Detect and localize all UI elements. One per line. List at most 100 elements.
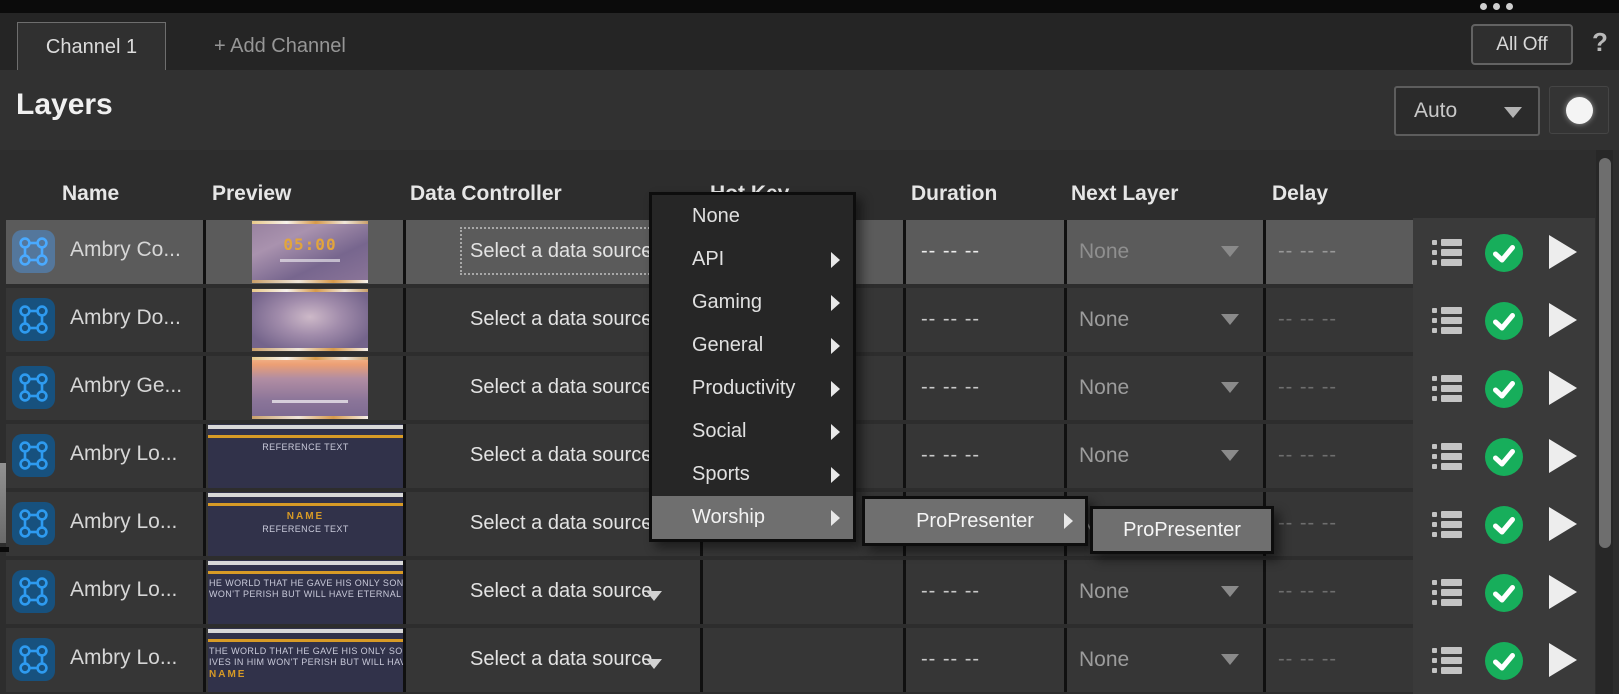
preview-slide-text: REFERENCE TEXT xyxy=(262,442,349,452)
next-layer-dropdown[interactable]: None xyxy=(1067,628,1263,692)
circle-icon xyxy=(1565,96,1593,124)
next-layer-dropdown[interactable]: None xyxy=(1067,356,1263,420)
play-icon[interactable] xyxy=(1549,575,1577,609)
preview-slide-text: IVES IN HIM WON'T PERISH BUT WILL HAVE E… xyxy=(209,657,403,667)
submenu-arrow-icon xyxy=(831,424,840,440)
layer-name-label: Ambry Lo... xyxy=(70,578,178,601)
playlist-icon[interactable] xyxy=(1432,579,1462,612)
all-off-button[interactable]: All Off xyxy=(1471,24,1573,65)
duration-value: -- -- -- xyxy=(921,240,981,262)
enabled-check-icon[interactable] xyxy=(1485,370,1523,413)
layer-icon xyxy=(12,638,55,681)
play-icon[interactable] xyxy=(1549,371,1577,405)
blackout-button[interactable] xyxy=(1549,86,1609,134)
next-layer-dropdown[interactable]: None xyxy=(1067,288,1263,352)
data-source-select[interactable]: Select a data source xyxy=(462,501,663,545)
preview-slide-body: HE WORLD THAT HE GAVE HIS ONLY SON, SO T… xyxy=(208,577,403,600)
delay-cell[interactable]: -- -- -- xyxy=(1266,356,1413,420)
scrollbar-thumb[interactable] xyxy=(1599,158,1611,548)
playlist-icon[interactable] xyxy=(1432,443,1462,476)
preview-slide-text: THE WORLD THAT HE GAVE HIS ONLY SON, SO … xyxy=(209,646,403,656)
preview-accent-line xyxy=(252,221,368,224)
enabled-check-icon[interactable] xyxy=(1485,438,1523,481)
next-layer-dropdown[interactable]: None xyxy=(1067,560,1263,624)
data-source-select[interactable]: Select a data source xyxy=(462,569,663,613)
playlist-icon[interactable] xyxy=(1432,511,1462,544)
duration-cell[interactable]: -- -- -- xyxy=(906,560,1064,624)
vertical-scrollbar[interactable] xyxy=(1596,150,1613,694)
data-source-select-value: Select a data source xyxy=(470,307,653,330)
duration-cell[interactable]: -- -- -- xyxy=(906,288,1064,352)
mode-dropdown[interactable]: Auto xyxy=(1394,86,1540,136)
layer-icon xyxy=(12,230,55,273)
enabled-check-icon[interactable] xyxy=(1485,506,1523,549)
play-icon[interactable] xyxy=(1549,643,1577,677)
menu-item-general[interactable]: General xyxy=(652,324,853,367)
dot-icon xyxy=(1493,3,1500,10)
table-row[interactable]: Ambry Lo... HE WORLD THAT HE GAVE HIS ONL… xyxy=(6,560,1413,624)
next-layer-dropdown[interactable]: None xyxy=(1067,424,1263,488)
page-title: Layers xyxy=(16,88,113,121)
submenu-item-propresenter-leaf[interactable]: ProPresenter xyxy=(1093,509,1271,551)
duration-cell[interactable]: -- -- -- xyxy=(906,424,1064,488)
duration-cell[interactable]: -- -- -- xyxy=(906,356,1064,420)
data-source-select[interactable]: Select a data source xyxy=(462,637,663,681)
row-actions xyxy=(1413,573,1595,613)
layer-name-label: Ambry Ge... xyxy=(70,374,183,397)
countdown-text: 05:00 xyxy=(283,235,337,254)
panel-resize-grip[interactable] xyxy=(0,463,9,552)
table-row[interactable]: Ambry Lo... THE WORLD THAT HE GAVE HIS ON… xyxy=(6,628,1413,692)
enabled-check-icon[interactable] xyxy=(1485,574,1523,617)
chevron-down-icon xyxy=(1221,246,1239,257)
menu-item-worship[interactable]: Worship xyxy=(652,496,853,539)
chevron-down-icon xyxy=(646,659,663,669)
preview-name-text: NAME xyxy=(286,511,325,522)
data-source-select[interactable]: Select a data source xyxy=(462,297,663,341)
data-source-select[interactable]: Select a data source xyxy=(462,365,663,409)
play-icon[interactable] xyxy=(1549,507,1577,541)
playlist-icon[interactable] xyxy=(1432,307,1462,340)
row-actions xyxy=(1413,505,1595,545)
delay-cell[interactable]: -- -- -- xyxy=(1266,628,1413,692)
hot-key-cell[interactable] xyxy=(703,560,903,624)
submenu-item-propresenter[interactable]: ProPresenter xyxy=(865,499,1085,543)
tab-channel-1[interactable]: Channel 1 xyxy=(17,22,166,71)
window-menu-dots-icon[interactable] xyxy=(1480,3,1513,10)
data-source-select-value: Select a data source xyxy=(470,443,653,466)
menu-item-none[interactable]: None xyxy=(652,195,853,238)
data-source-select[interactable]: Select a data source xyxy=(462,433,663,477)
play-icon[interactable] xyxy=(1549,439,1577,473)
duration-value: -- -- -- xyxy=(921,580,981,602)
submenu-arrow-icon xyxy=(1064,513,1073,529)
play-icon[interactable] xyxy=(1549,303,1577,337)
row-actions xyxy=(1413,437,1595,477)
delay-cell[interactable]: -- -- -- xyxy=(1266,424,1413,488)
menu-item-social[interactable]: Social xyxy=(652,410,853,453)
enabled-check-icon[interactable] xyxy=(1485,302,1523,345)
delay-cell[interactable]: -- -- -- xyxy=(1266,560,1413,624)
menu-item-gaming[interactable]: Gaming xyxy=(652,281,853,324)
preview-orange-line xyxy=(208,435,403,438)
delay-cell[interactable]: -- -- -- xyxy=(1266,288,1413,352)
layer-preview-thumbnail xyxy=(252,357,368,419)
chevron-down-icon xyxy=(1221,586,1239,597)
next-layer-dropdown[interactable]: None xyxy=(1067,220,1263,284)
delay-cell[interactable]: -- -- -- xyxy=(1266,220,1413,284)
menu-item-sports[interactable]: Sports xyxy=(652,453,853,496)
playlist-icon[interactable] xyxy=(1432,239,1462,272)
playlist-icon[interactable] xyxy=(1432,647,1462,680)
delay-cell[interactable]: -- -- -- xyxy=(1266,492,1413,556)
playlist-icon[interactable] xyxy=(1432,375,1462,408)
enabled-check-icon[interactable] xyxy=(1485,234,1523,277)
enabled-check-icon[interactable] xyxy=(1485,642,1523,685)
duration-cell[interactable]: -- -- -- xyxy=(906,220,1064,284)
add-channel-button[interactable]: + Add Channel xyxy=(214,22,346,70)
duration-cell[interactable]: -- -- -- xyxy=(906,628,1064,692)
hot-key-cell[interactable] xyxy=(703,628,903,692)
menu-item-productivity[interactable]: Productivity xyxy=(652,367,853,410)
help-icon[interactable]: ? xyxy=(1592,27,1608,58)
menu-item-api[interactable]: API xyxy=(652,238,853,281)
play-icon[interactable] xyxy=(1549,235,1577,269)
preview-accent-line xyxy=(252,348,368,351)
layer-preview-thumbnail: THE WORLD THAT HE GAVE HIS ONLY SON, SO … xyxy=(208,628,403,692)
